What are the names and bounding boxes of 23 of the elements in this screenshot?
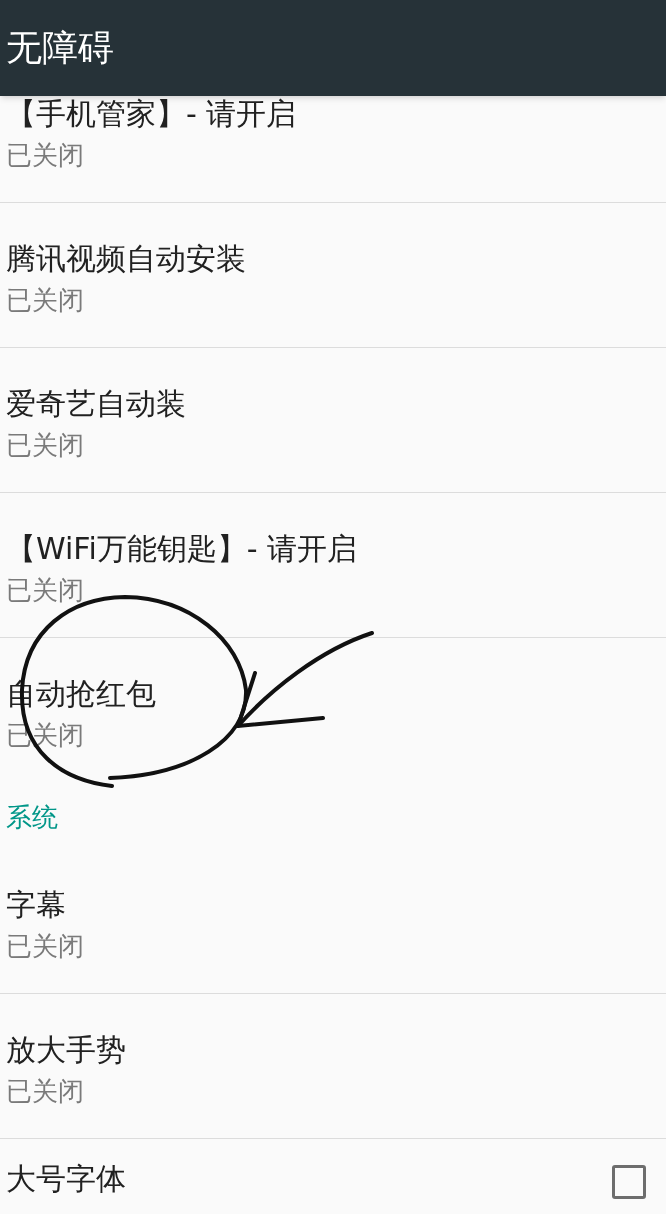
toolbar-title: 无障碍 <box>6 26 114 70</box>
checkbox[interactable] <box>612 1165 646 1199</box>
settings-row[interactable]: 爱奇艺自动装 已关闭 <box>0 348 666 493</box>
setting-title: 放大手势 <box>6 1031 127 1069</box>
settings-row[interactable]: 字幕 已关闭 <box>0 849 666 994</box>
setting-summary: 已关闭 <box>6 574 85 607</box>
setting-summary: 已关闭 <box>6 139 85 172</box>
setting-summary: 已关闭 <box>6 284 85 317</box>
settings-row[interactable]: 腾讯视频自动安装 已关闭 <box>0 203 666 348</box>
settings-row[interactable]: 大号字体 <box>0 1139 666 1214</box>
setting-title: 爱奇艺自动装 <box>6 385 187 423</box>
setting-summary: 已关闭 <box>6 429 85 462</box>
setting-title: 腾讯视频自动安装 <box>6 240 247 278</box>
setting-title: 字幕 <box>6 886 67 924</box>
category-header: 系统 <box>6 802 58 832</box>
setting-summary: 已关闭 <box>6 1075 85 1108</box>
setting-title: 大号字体 <box>6 1160 126 1198</box>
settings-row[interactable]: 放大手势 已关闭 <box>0 994 666 1139</box>
settings-row[interactable]: 【WiFi万能钥匙】- 请开启 已关闭 <box>0 493 666 638</box>
setting-summary: 已关闭 <box>6 930 85 963</box>
settings-row[interactable]: 【手机管家】- 请开启 已关闭 <box>0 96 666 203</box>
setting-title: 【WiFi万能钥匙】- 请开启 <box>6 530 359 568</box>
setting-title: 【手机管家】- 请开启 <box>6 96 298 133</box>
